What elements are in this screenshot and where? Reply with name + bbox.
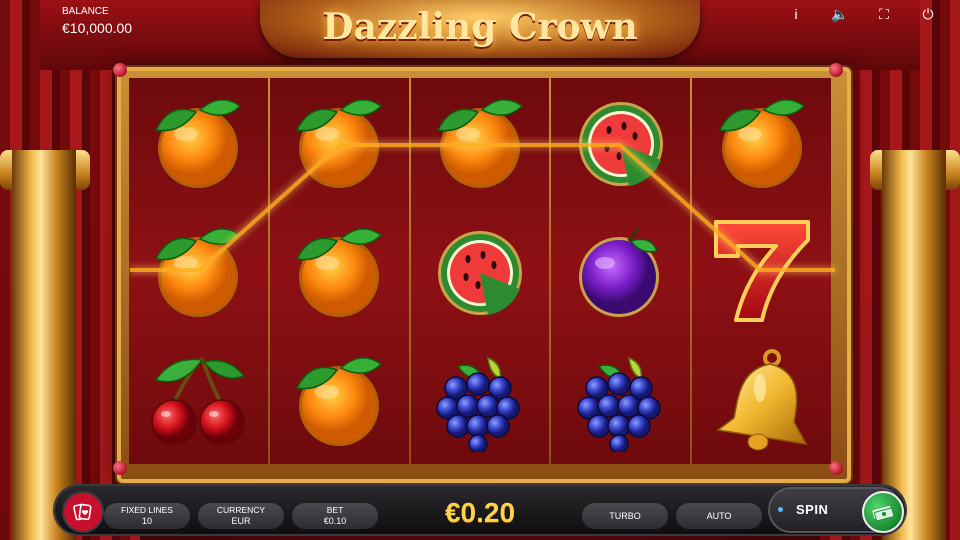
reel-1 (129, 78, 268, 464)
turbo-label: TURBO (609, 510, 641, 521)
plum-symbol (551, 207, 690, 336)
fixed-lines-label: FIXED LINES (121, 505, 173, 515)
spin-indicator-dot (778, 507, 783, 512)
spin-label: SPIN (796, 502, 829, 517)
auto-label: AUTO (706, 510, 732, 521)
orange-symbol (129, 78, 268, 207)
paytable-button[interactable] (62, 491, 104, 533)
frame-corner-gem (113, 63, 127, 77)
orange-symbol (270, 207, 409, 336)
pillar-right (882, 150, 946, 540)
reel-2 (269, 78, 409, 464)
seven-symbol (692, 207, 831, 336)
cards-icon (73, 503, 92, 521)
logo-plate: Dazzling Crown (260, 0, 700, 58)
power-icon[interactable]: ⏻ (916, 4, 940, 24)
watermelon-symbol (411, 207, 550, 336)
total-bet-amount: €0.20 (444, 497, 516, 528)
top-controls: i 🔈 ⛶ ⏻ (784, 4, 940, 24)
currency-selector[interactable]: CURRENCY EUR (198, 503, 284, 529)
bet-selector[interactable]: BET €0.10 (292, 503, 378, 529)
bet-label: BET (326, 505, 344, 515)
frame-corner-gem (829, 461, 843, 475)
orange-symbol (129, 207, 268, 336)
sound-icon[interactable]: 🔈 (828, 4, 852, 24)
orange-symbol (411, 78, 550, 207)
frame-corner-gem (829, 63, 843, 77)
reel-4 (551, 78, 691, 464)
fixed-lines-value: 10 (141, 516, 152, 526)
currency-value: EUR (231, 516, 251, 526)
fullscreen-icon[interactable]: ⛶ (872, 4, 896, 24)
balance-value: €10,000.00 (62, 20, 133, 36)
bell-symbol (692, 335, 831, 464)
reel-5 (692, 78, 831, 464)
currency-label: CURRENCY (216, 505, 266, 515)
turbo-button[interactable]: TURBO (582, 503, 668, 529)
orange-symbol (270, 335, 409, 464)
cherry-symbol (129, 335, 268, 464)
orange-symbol (692, 78, 831, 207)
frame-corner-gem (113, 461, 127, 475)
grapes-symbol (411, 335, 550, 464)
fixed-lines-display: FIXED LINES 10 (104, 503, 190, 529)
cash-stack-icon (872, 506, 895, 522)
game-logo: Dazzling Crown (322, 6, 638, 48)
orange-symbol (270, 78, 409, 207)
info-icon[interactable]: i (784, 4, 808, 24)
spin-go-button[interactable] (862, 491, 904, 533)
grapes-symbol (551, 335, 690, 464)
pillar-left (12, 150, 76, 540)
auto-button[interactable]: AUTO (676, 503, 762, 529)
reel-3 (410, 78, 550, 464)
bet-value: €0.10 (323, 516, 347, 526)
reel-grid (129, 78, 831, 464)
watermelon-symbol (551, 78, 690, 207)
game-stage: Dazzling Crown BALANCE €10,000.00 i 🔈 ⛶ … (0, 0, 960, 540)
balance-label: BALANCE (62, 6, 109, 17)
